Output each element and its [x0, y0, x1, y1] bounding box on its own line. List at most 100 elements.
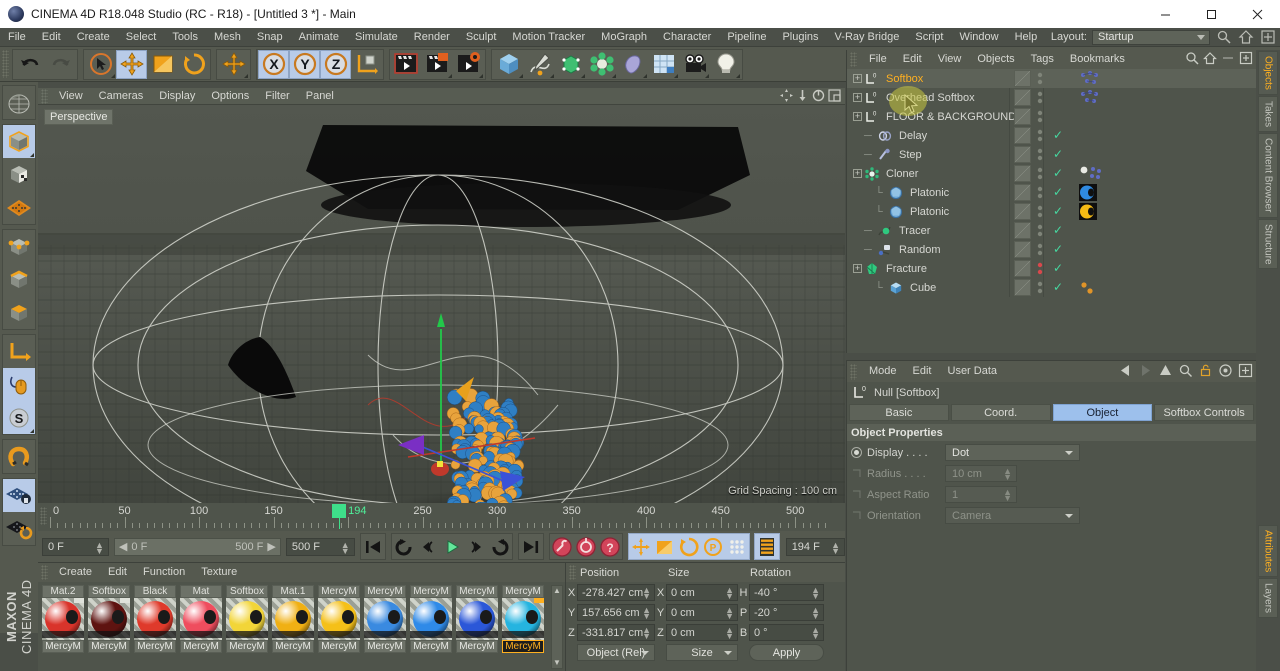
- object-menu-file[interactable]: File: [861, 50, 895, 69]
- search-icon[interactable]: [1185, 51, 1199, 65]
- object-visibility-toggle[interactable]: [1014, 127, 1031, 144]
- close-button[interactable]: [1234, 0, 1280, 28]
- material-name-label[interactable]: MercyM: [318, 640, 360, 653]
- timeline-playhead[interactable]: [332, 504, 347, 518]
- attribute-menu-edit[interactable]: Edit: [905, 361, 940, 382]
- object-visibility-dots[interactable]: [1037, 241, 1043, 258]
- play-forwards-loop-button[interactable]: [392, 535, 416, 559]
- menu-item-file[interactable]: File: [0, 28, 34, 47]
- record-keyframe-button[interactable]: [550, 535, 574, 559]
- material-item[interactable]: MercyM MercyM: [502, 585, 544, 653]
- attribute-tab-basic[interactable]: Basic: [849, 404, 949, 421]
- object-visibility-toggle[interactable]: [1014, 184, 1031, 201]
- snap-toggle-button[interactable]: S: [3, 401, 35, 434]
- rotation-key-button[interactable]: [677, 535, 701, 559]
- object-enabled-check-icon[interactable]: ✓: [1053, 128, 1063, 142]
- object-menu-objects[interactable]: Objects: [969, 50, 1022, 69]
- object-tree-row[interactable]: ─ Step ✓: [847, 145, 1256, 164]
- object-enabled-check-icon[interactable]: ✓: [1053, 147, 1063, 161]
- object-visibility-dots[interactable]: [1037, 146, 1043, 163]
- material-thumbnail[interactable]: [502, 598, 544, 640]
- up-arrow-icon[interactable]: [1158, 363, 1173, 378]
- vertical-tab-objects[interactable]: Objects: [1258, 51, 1278, 95]
- apply-button[interactable]: Apply: [749, 644, 824, 661]
- coordinate-mode-dropdown[interactable]: Object (Rel): [577, 644, 655, 661]
- position-key-button[interactable]: [629, 535, 653, 559]
- workplane-button[interactable]: [3, 191, 35, 224]
- material-name-label[interactable]: MercyM: [502, 640, 544, 653]
- move-tool-button[interactable]: [116, 49, 147, 79]
- object-visibility-dots[interactable]: [1037, 203, 1043, 220]
- menu-item-window[interactable]: Window: [951, 28, 1006, 47]
- timeline-view-button[interactable]: [755, 535, 779, 559]
- menu-item-mesh[interactable]: Mesh: [206, 28, 249, 47]
- object-name-label[interactable]: FLOOR & BACKGROUND: [886, 111, 1016, 123]
- object-tree-row[interactable]: ─ Tracer ✓: [847, 221, 1256, 240]
- material-item[interactable]: Black MercyM: [134, 585, 176, 653]
- material-thumbnail[interactable]: [88, 598, 130, 640]
- z-axis-lock-button[interactable]: Z: [320, 49, 351, 79]
- timeline-ruler-panel[interactable]: 0 50 100 150 250 300 350 400 450 500 194: [38, 503, 845, 531]
- expand-toggle-icon[interactable]: +: [853, 169, 862, 178]
- material-manager-grip[interactable]: [41, 565, 48, 580]
- menu-item-help[interactable]: Help: [1007, 28, 1046, 47]
- step-back-button[interactable]: [416, 535, 440, 559]
- material-name-label[interactable]: MercyM: [88, 640, 130, 653]
- forward-arrow-icon[interactable]: [1138, 363, 1153, 378]
- stepper-icon[interactable]: ▲ ▼: [1003, 467, 1012, 482]
- zoom-dolly-icon[interactable]: [796, 89, 809, 102]
- points-mode-button[interactable]: [3, 230, 35, 263]
- object-tag-icons[interactable]: [1079, 165, 1103, 185]
- stepper-icon[interactable]: ▲ ▼: [725, 606, 734, 621]
- object-tree-row[interactable]: └ Platonic ✓: [847, 183, 1256, 202]
- material-name-label[interactable]: MercyM: [410, 640, 452, 653]
- play-button[interactable]: [440, 535, 464, 559]
- stepper-icon[interactable]: ▲ ▼: [642, 626, 651, 641]
- stepper-icon[interactable]: ▲ ▼: [725, 626, 734, 641]
- move-axis-button[interactable]: [218, 50, 249, 79]
- viewport-menu-panel[interactable]: Panel: [298, 88, 342, 105]
- material-thumbnail[interactable]: [226, 598, 268, 640]
- lock-icon[interactable]: [1198, 363, 1213, 378]
- rotate-tool-button[interactable]: [178, 50, 209, 79]
- menu-item-v-ray-bridge[interactable]: V-Ray Bridge: [827, 28, 908, 47]
- x-axis-lock-button[interactable]: X: [258, 49, 289, 79]
- menu-item-simulate[interactable]: Simulate: [347, 28, 406, 47]
- material-item[interactable]: MercyM MercyM: [318, 585, 360, 653]
- vertical-tab-attributes[interactable]: Attributes: [1258, 525, 1278, 578]
- menu-item-snap[interactable]: Snap: [249, 28, 291, 47]
- add-environment-button[interactable]: [648, 50, 679, 79]
- pan-icon[interactable]: [780, 89, 793, 102]
- expand-toggle-icon[interactable]: +: [853, 74, 862, 83]
- attribute-tab-coord-[interactable]: Coord.: [950, 404, 1051, 421]
- world-object-coordinate-button[interactable]: [351, 50, 382, 79]
- stepper-icon[interactable]: ▲ ▼: [811, 626, 820, 641]
- viewport-canvas[interactable]: Perspective Grid Spacing : 100 cm: [38, 105, 845, 503]
- material-thumbnail[interactable]: [180, 598, 222, 640]
- object-tree[interactable]: +0 Softbox +0 Overhead Softbox +0 FLOOR & BAC…: [847, 69, 1256, 297]
- edges-mode-button[interactable]: [3, 263, 35, 296]
- material-menu-texture[interactable]: Texture: [193, 563, 245, 582]
- back-arrow-icon[interactable]: [1118, 363, 1133, 378]
- parameter-key-button[interactable]: P: [701, 535, 725, 559]
- object-enabled-check-icon[interactable]: ✓: [1053, 166, 1063, 180]
- stepper-icon[interactable]: ▲ ▼: [341, 540, 350, 555]
- object-tag-icons[interactable]: [1079, 279, 1097, 299]
- object-name-label[interactable]: Cloner: [886, 168, 918, 180]
- viewport-grip[interactable]: [41, 88, 48, 104]
- material-item[interactable]: Softbox MercyM: [88, 585, 130, 653]
- lock-workplane-button[interactable]: [3, 479, 35, 512]
- search-icon[interactable]: [1216, 29, 1232, 45]
- material-name-label[interactable]: MercyM: [134, 640, 176, 653]
- minimize-icon[interactable]: [1221, 51, 1235, 65]
- scroll-up-icon[interactable]: ▲: [553, 586, 561, 596]
- material-thumbnail[interactable]: [364, 598, 406, 640]
- object-visibility-toggle[interactable]: [1014, 222, 1031, 239]
- polygons-mode-button[interactable]: [3, 296, 35, 329]
- object-name-label[interactable]: Step: [899, 149, 922, 161]
- object-visibility-toggle[interactable]: [1014, 146, 1031, 163]
- object-name-label[interactable]: Overhead Softbox: [886, 92, 975, 104]
- object-visibility-toggle[interactable]: [1014, 260, 1031, 277]
- undo-button[interactable]: [14, 50, 45, 79]
- autokey-button[interactable]: [574, 535, 598, 559]
